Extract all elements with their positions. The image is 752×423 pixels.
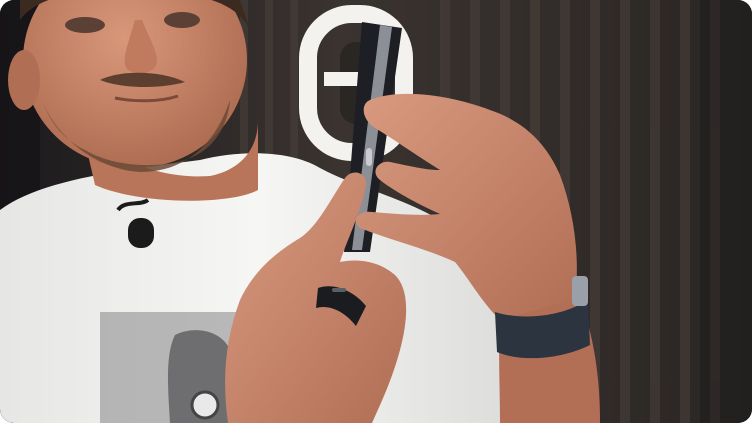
photo-scene <box>0 0 752 423</box>
ear <box>8 50 40 110</box>
vignette-right <box>700 0 752 423</box>
shirt-print-eye <box>190 390 220 420</box>
right-eye <box>164 12 200 28</box>
video-frame <box>0 0 752 423</box>
left-eye <box>65 17 105 33</box>
ring-highlight <box>332 288 346 292</box>
watch-clasp <box>572 276 588 306</box>
